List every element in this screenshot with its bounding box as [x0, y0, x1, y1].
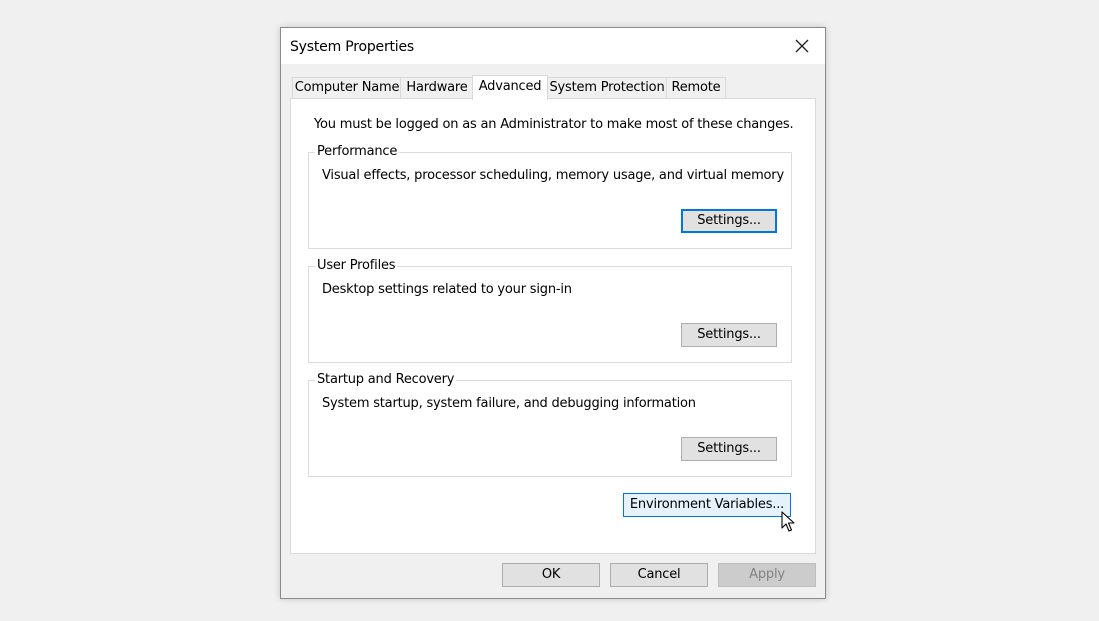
startup-recovery-description: System startup, system failure, and debu… — [322, 396, 696, 411]
performance-settings-button[interactable]: Settings... — [681, 209, 777, 233]
user-profiles-description: Desktop settings related to your sign-in — [322, 282, 572, 297]
admin-note: You must be logged on as an Administrato… — [314, 117, 794, 132]
startup-recovery-legend: Startup and Recovery — [315, 372, 457, 387]
apply-button[interactable]: Apply — [718, 563, 816, 587]
mouse-pointer-icon — [781, 511, 795, 532]
performance-legend: Performance — [315, 144, 400, 159]
ok-button[interactable]: OK — [502, 563, 600, 587]
advanced-tab-panel: You must be logged on as an Administrato… — [290, 98, 816, 554]
performance-group: Performance Visual effects, processor sc… — [308, 144, 792, 249]
close-button[interactable] — [779, 28, 825, 64]
environment-variables-button[interactable]: Environment Variables... — [623, 493, 791, 517]
user-profiles-group: User Profiles Desktop settings related t… — [308, 258, 792, 363]
title-bar[interactable]: System Properties — [281, 28, 825, 64]
cancel-button[interactable]: Cancel — [610, 563, 708, 587]
user-profiles-legend: User Profiles — [315, 258, 398, 273]
tab-advanced[interactable]: Advanced — [472, 75, 548, 100]
tab-computer-name[interactable]: Computer Name — [292, 77, 402, 98]
system-properties-dialog: System Properties Computer Name Hardware… — [280, 27, 826, 599]
tab-hardware[interactable]: Hardware — [400, 77, 474, 98]
window-title: System Properties — [290, 39, 415, 55]
close-icon — [795, 39, 809, 53]
tab-remote[interactable]: Remote — [666, 77, 726, 98]
startup-recovery-group: Startup and Recovery System startup, sys… — [308, 372, 792, 477]
performance-description: Visual effects, processor scheduling, me… — [322, 168, 784, 183]
tab-system-protection[interactable]: System Protection — [546, 77, 668, 98]
user-profiles-settings-button[interactable]: Settings... — [681, 323, 777, 347]
startup-recovery-settings-button[interactable]: Settings... — [681, 437, 777, 461]
